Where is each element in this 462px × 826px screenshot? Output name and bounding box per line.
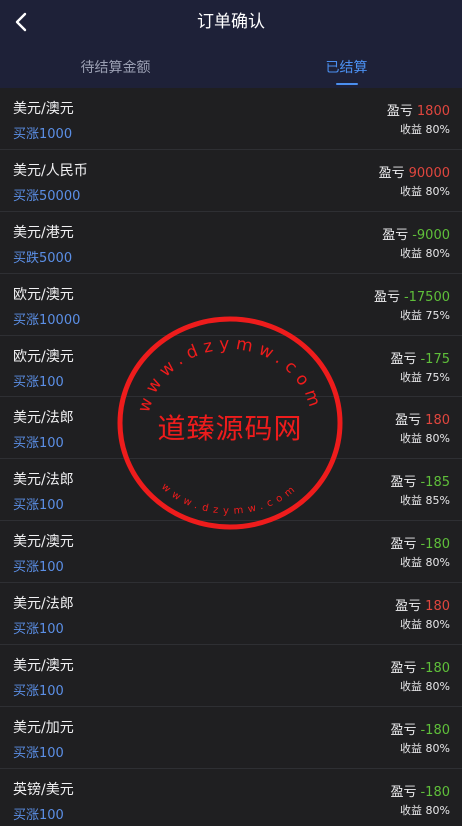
pl-label: 盈亏 — [390, 722, 417, 738]
return-rate: 收益 80% — [400, 680, 450, 694]
tab-pending[interactable]: 待结算金额 — [0, 44, 231, 88]
order-action: 买涨50000 — [13, 188, 81, 204]
tab-bar: 待结算金额 已结算 — [0, 44, 462, 88]
order-row[interactable]: 美元/加元 买涨100 盈亏 -180 收益 80% — [0, 706, 462, 769]
pl-label: 盈亏 — [390, 784, 417, 800]
order-row[interactable]: 欧元/澳元 买涨100 盈亏 -175 收益 75% — [0, 335, 462, 398]
pl-value: 1800 — [416, 104, 450, 119]
profit-loss: 盈亏 -17500 — [374, 286, 450, 305]
profit-loss: 盈亏 -180 — [390, 719, 450, 738]
pl-value: 90000 — [408, 165, 450, 181]
pl-value: -9000 — [412, 227, 450, 243]
profit-loss: 盈亏 -180 — [390, 533, 450, 552]
profit-loss: 盈亏 -9000 — [382, 224, 450, 243]
pl-value: -180 — [420, 537, 450, 553]
currency-pair: 美元/澳元 — [13, 101, 74, 117]
order-action: 买涨10000 — [13, 312, 81, 328]
pl-label: 盈亏 — [378, 165, 405, 181]
return-rate: 收益 80% — [400, 123, 450, 136]
order-row[interactable]: 欧元/澳元 买涨10000 盈亏 -17500 收益 75% — [0, 273, 462, 336]
order-row[interactable]: 美元/法郎 买涨100 盈亏 180 收益 80% — [0, 397, 462, 460]
return-rate: 收益 80% — [400, 246, 450, 260]
return-rate: 收益 80% — [400, 432, 450, 446]
currency-pair: 美元/法郎 — [13, 472, 74, 489]
header-bar: 订单确认 — [0, 0, 462, 44]
profit-loss: 盈亏 180 — [395, 595, 450, 614]
pl-value: 180 — [425, 599, 450, 615]
currency-pair: 美元/人民币 — [13, 162, 88, 179]
profit-loss: 盈亏 -180 — [390, 781, 450, 800]
pl-label: 盈亏 — [386, 104, 413, 119]
return-rate: 收益 85% — [400, 494, 450, 508]
pl-value: -17500 — [403, 289, 450, 305]
pl-label: 盈亏 — [373, 289, 400, 305]
order-action: 买涨1000 — [13, 127, 73, 142]
currency-pair: 欧元/澳元 — [13, 286, 74, 303]
order-action: 买涨100 — [13, 436, 64, 452]
pl-value: -175 — [420, 351, 450, 367]
currency-pair: 美元/法郎 — [13, 410, 74, 427]
pl-label: 盈亏 — [390, 661, 417, 677]
order-list: 美元/澳元 买涨1000 盈亏 1800 收益 80% 美元/人民币 买涨5000… — [0, 88, 462, 826]
order-row[interactable]: 美元/澳元 买涨100 盈亏 -180 收益 80% — [0, 521, 462, 584]
tab-settled[interactable]: 已结算 — [231, 44, 462, 88]
profit-loss: 盈亏 -180 — [390, 657, 450, 676]
pl-label: 盈亏 — [390, 475, 417, 491]
currency-pair: 美元/港元 — [13, 224, 74, 241]
pl-label: 盈亏 — [390, 351, 417, 367]
currency-pair: 欧元/澳元 — [13, 348, 74, 365]
pl-label: 盈亏 — [390, 537, 417, 553]
return-rate: 收益 80% — [400, 741, 450, 755]
currency-pair: 美元/澳元 — [13, 658, 74, 675]
order-action: 买涨100 — [13, 745, 64, 761]
page-title: 订单确认 — [197, 12, 265, 32]
pl-label: 盈亏 — [395, 413, 422, 429]
profit-loss: 盈亏 90000 — [379, 162, 450, 181]
order-row[interactable]: 美元/法郎 买涨100 盈亏 -185 收益 85% — [0, 459, 462, 522]
order-row[interactable]: 美元/澳元 买涨1000 盈亏 1800 收益 80% — [0, 88, 462, 150]
order-action: 买涨100 — [13, 684, 64, 700]
order-row[interactable]: 美元/澳元 买涨100 盈亏 -180 收益 80% — [0, 645, 462, 707]
order-action: 买跌5000 — [13, 250, 73, 266]
profit-loss: 盈亏 180 — [395, 409, 450, 428]
pl-value: -185 — [420, 475, 450, 491]
order-row[interactable]: 美元/人民币 买涨50000 盈亏 90000 收益 80% — [0, 149, 462, 212]
active-tab-indicator — [336, 83, 358, 85]
pl-value: -180 — [420, 661, 450, 677]
order-row[interactable]: 美元/法郎 买涨100 盈亏 180 收益 80% — [0, 583, 462, 646]
order-action: 买涨100 — [13, 560, 64, 576]
return-rate: 收益 75% — [400, 308, 450, 322]
profit-loss: 盈亏 -185 — [390, 471, 450, 490]
return-rate: 收益 80% — [400, 184, 450, 198]
profit-loss: 盈亏 -175 — [390, 348, 450, 367]
currency-pair: 美元/法郎 — [13, 596, 74, 613]
return-rate: 收益 80% — [400, 556, 450, 570]
currency-pair: 英镑/美元 — [13, 781, 74, 798]
order-row[interactable]: 英镑/美元 买涨100 盈亏 -180 收益 80% — [0, 768, 462, 826]
return-rate: 收益 75% — [400, 370, 450, 384]
pl-value: -180 — [420, 784, 450, 800]
order-action: 买涨100 — [13, 807, 64, 823]
return-rate: 收益 80% — [400, 803, 450, 817]
pl-label: 盈亏 — [382, 227, 409, 243]
pl-value: 180 — [425, 413, 450, 429]
return-rate: 收益 80% — [400, 618, 450, 632]
pl-value: -180 — [420, 722, 450, 738]
currency-pair: 美元/加元 — [13, 719, 74, 736]
currency-pair: 美元/澳元 — [13, 534, 74, 551]
order-action: 买涨100 — [13, 498, 64, 514]
profit-loss: 盈亏 1800 — [387, 100, 450, 119]
order-action: 买涨100 — [13, 374, 64, 390]
pl-label: 盈亏 — [395, 599, 422, 615]
order-row[interactable]: 美元/港元 买跌5000 盈亏 -9000 收益 80% — [0, 211, 462, 274]
order-action: 买涨100 — [13, 622, 64, 638]
